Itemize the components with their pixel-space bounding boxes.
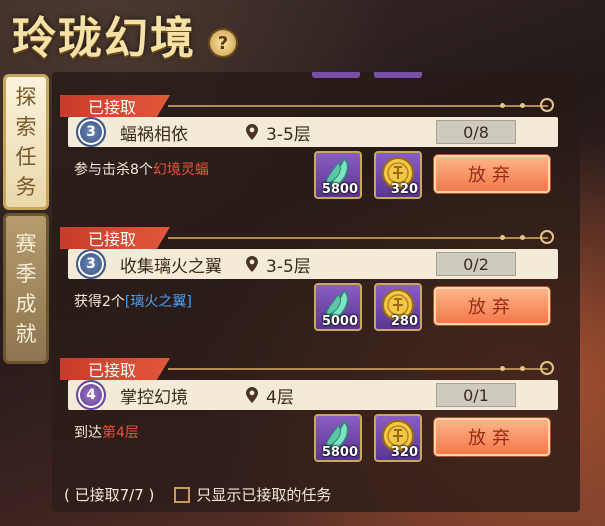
tab-season-achievements[interactable]: 赛 季 成 就	[3, 213, 49, 364]
reward-amount: 320	[390, 445, 418, 460]
filter-label[interactable]: 只显示已接取的任务	[196, 484, 331, 505]
divider-dot	[520, 366, 525, 371]
divider-ring	[540, 230, 554, 244]
divider-dot	[520, 103, 525, 108]
tab-char: 就	[15, 321, 37, 346]
desc-text: 参与击杀8个	[74, 162, 153, 178]
status-badge: 已接取	[60, 358, 170, 380]
desc-text: 获得2个	[74, 294, 125, 310]
task-card: 已接取 4 掌控幻境 4层 0/1 到达第4层 5800 320 放弃	[60, 358, 565, 470]
page-title: 玲珑幻境	[12, 13, 196, 64]
level-badge: 3	[76, 249, 106, 279]
floor-range: 4层	[266, 387, 294, 408]
task-card: 已接取 3 收集璃火之翼 3-5层 0/2 获得2个[璃火之翼] 5000 28…	[60, 227, 565, 339]
reward-amount: 5000	[321, 314, 358, 329]
status-badge: 已接取	[60, 95, 170, 117]
tab-char: 务	[15, 175, 37, 199]
tab-char: 季	[15, 261, 37, 286]
reward-coin[interactable]: 320	[374, 414, 422, 462]
task-name: 掌控幻境	[120, 387, 188, 408]
abandon-button[interactable]: 放弃	[434, 418, 550, 456]
location-pin-icon	[246, 387, 262, 403]
desc-highlight: 第4层	[102, 425, 139, 441]
reward-coin[interactable]: 320	[374, 151, 422, 199]
reward-amount: 5800	[321, 182, 358, 197]
reward-amount: 5800	[321, 445, 358, 460]
location-pin-icon	[246, 124, 262, 140]
task-description: 到达第4层	[74, 422, 139, 442]
divider	[168, 368, 548, 370]
desc-highlight: [璃火之翼]	[124, 294, 192, 310]
accepted-count: ( 已接取7/7 )	[64, 486, 155, 504]
filter-checkbox[interactable]	[174, 486, 191, 503]
reward-feather[interactable]: 5800	[314, 414, 362, 462]
task-row[interactable]: 3 蝠祸相依 3-5层 0/8	[68, 117, 558, 147]
divider-ring	[540, 98, 554, 112]
desc-text: 到达	[74, 425, 102, 441]
tab-char: 探	[15, 85, 37, 109]
divider-dot	[500, 103, 505, 108]
scroll-indicator	[312, 72, 432, 78]
task-card: 已接取 3 蝠祸相依 3-5层 0/8 参与击杀8个幻境灵蝠 5800 320 …	[60, 95, 565, 207]
task-name: 收集璃火之翼	[120, 256, 222, 277]
divider-dot	[500, 366, 505, 371]
help-icon[interactable]: ?	[210, 30, 236, 56]
task-name: 蝠祸相依	[120, 124, 188, 145]
reward-amount: 320	[390, 182, 418, 197]
title-bar: 玲珑幻境 ?	[12, 4, 236, 64]
desc-highlight: 幻境灵蝠	[152, 162, 209, 178]
divider	[168, 237, 548, 239]
tab-explore-tasks[interactable]: 探 索 任 务	[3, 74, 49, 210]
reward-feather[interactable]: 5800	[314, 151, 362, 199]
abandon-button[interactable]: 放弃	[434, 155, 550, 193]
reward-amount: 280	[390, 314, 418, 329]
tab-char: 索	[15, 115, 37, 139]
level-badge: 4	[76, 380, 106, 410]
divider-dot	[500, 235, 505, 240]
status-badge: 已接取	[60, 227, 170, 249]
divider	[168, 105, 548, 107]
footer-bar: ( 已接取7/7 ) 只显示已接取的任务	[64, 484, 331, 505]
task-row[interactable]: 3 收集璃火之翼 3-5层 0/2	[68, 249, 558, 279]
progress-counter: 0/8	[436, 120, 516, 144]
divider-dot	[520, 235, 525, 240]
location-pin-icon	[246, 256, 262, 272]
floor-range: 3-5层	[266, 256, 311, 277]
progress-counter: 0/1	[436, 383, 516, 407]
divider-ring	[540, 361, 554, 375]
tab-char: 任	[15, 145, 37, 169]
floor-range: 3-5层	[266, 124, 311, 145]
task-row[interactable]: 4 掌控幻境 4层 0/1	[68, 380, 558, 410]
task-description: 参与击杀8个幻境灵蝠	[74, 159, 209, 179]
level-badge: 3	[76, 117, 106, 147]
tab-char: 成	[15, 291, 37, 316]
task-description: 获得2个[璃火之翼]	[74, 291, 192, 311]
reward-coin[interactable]: 280	[374, 283, 422, 331]
abandon-button[interactable]: 放弃	[434, 287, 550, 325]
progress-counter: 0/2	[436, 252, 516, 276]
reward-feather[interactable]: 5000	[314, 283, 362, 331]
tab-char: 赛	[15, 231, 37, 256]
